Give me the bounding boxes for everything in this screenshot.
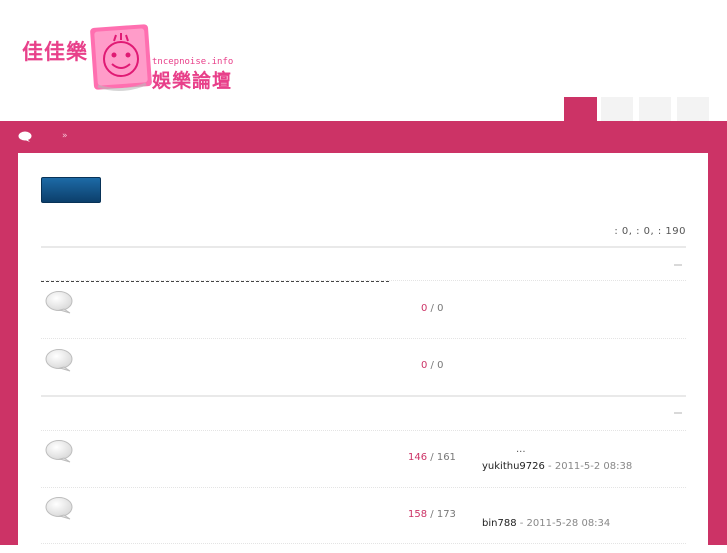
nav-tab[interactable] bbox=[677, 97, 709, 121]
forum-bubble-icon bbox=[45, 349, 73, 372]
breadcrumb-separator: » bbox=[62, 131, 68, 141]
replies-count: 0 bbox=[437, 360, 444, 371]
forum-count: 0 / 0 bbox=[421, 303, 443, 314]
count-separator: / bbox=[427, 303, 438, 314]
forum-stats: : 0, : 0, : 190 bbox=[614, 226, 686, 237]
replies-count: 161 bbox=[436, 452, 456, 463]
forum-count: 146 / 161 bbox=[408, 452, 456, 463]
section-divider bbox=[41, 246, 686, 248]
posts-count: 146 bbox=[408, 452, 428, 463]
forum-bubble-icon bbox=[45, 440, 73, 463]
nav-tab[interactable] bbox=[639, 97, 671, 121]
section-divider bbox=[41, 395, 686, 397]
logo-text-right[interactable]: 娛樂論壇 bbox=[152, 66, 232, 93]
last-post-info: bin788 - 2011-5-28 08:34 bbox=[482, 518, 610, 529]
forum-bubble-icon bbox=[45, 497, 73, 520]
panel-frame-left bbox=[0, 153, 18, 545]
row-divider bbox=[41, 543, 686, 544]
last-post-time: - 2011-5-28 08:34 bbox=[516, 518, 611, 529]
new-post-button[interactable] bbox=[41, 177, 101, 203]
count-separator: / bbox=[427, 360, 438, 371]
row-divider bbox=[41, 338, 686, 339]
replies-count: 0 bbox=[437, 303, 444, 314]
replies-count: 173 bbox=[436, 509, 456, 520]
last-post-info: yukithu9726 - 2011-5-2 08:38 bbox=[482, 461, 632, 472]
forum-count: 158 / 173 bbox=[408, 509, 456, 520]
panel-frame-right bbox=[708, 153, 727, 545]
breadcrumb-bar bbox=[0, 121, 727, 153]
forum-count: 0 / 0 bbox=[421, 360, 443, 371]
row-divider bbox=[41, 487, 686, 488]
last-post-user[interactable]: yukithu9726 bbox=[482, 461, 545, 472]
collapse-toggle-icon[interactable] bbox=[674, 412, 682, 414]
logo-face-icon[interactable] bbox=[88, 24, 154, 94]
nav-tab-active[interactable] bbox=[564, 97, 597, 121]
last-post-title[interactable]: ... bbox=[516, 444, 526, 455]
last-post-time: - 2011-5-2 08:38 bbox=[544, 461, 633, 472]
last-post-user[interactable]: bin788 bbox=[482, 518, 517, 529]
forum-bubble-icon bbox=[45, 291, 73, 314]
count-separator: / bbox=[427, 452, 437, 463]
home-icon[interactable] bbox=[18, 131, 32, 143]
nav-tab[interactable] bbox=[601, 97, 633, 121]
row-divider bbox=[41, 430, 686, 431]
main-panel bbox=[18, 153, 708, 553]
posts-count: 158 bbox=[408, 509, 428, 520]
logo-text-left[interactable]: 佳佳樂 bbox=[22, 36, 88, 66]
collapse-toggle-icon[interactable] bbox=[674, 264, 682, 266]
count-separator: / bbox=[427, 509, 437, 520]
dashed-line bbox=[41, 281, 389, 282]
